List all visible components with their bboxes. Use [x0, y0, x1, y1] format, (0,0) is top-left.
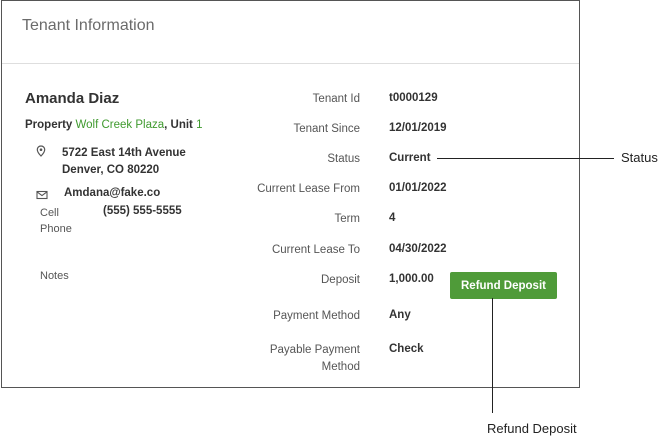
deposit-value: 1,000.00	[389, 273, 434, 285]
term-value: 4	[389, 212, 396, 224]
tenant-since-label: Tenant Since	[293, 123, 361, 135]
refund-deposit-button[interactable]: Refund Deposit	[450, 272, 557, 299]
tenant-info-card: Tenant Information Amanda Diaz Property …	[1, 0, 580, 388]
status-callout-label: Status	[621, 150, 658, 165]
tenant-id-label: Tenant Id	[312, 93, 360, 105]
card-title: Tenant Information	[22, 17, 155, 34]
tenant-id-value: t0000129	[389, 92, 438, 104]
term-label: Term	[334, 213, 360, 225]
lease-to-value: 04/30/2022	[389, 243, 447, 255]
payment-method-value: Any	[389, 309, 411, 321]
address: 5722 East 14th Avenue Denver, CO 80220	[62, 145, 186, 179]
payable-payment-method-value: Check	[389, 343, 424, 355]
lease-from-label: Current Lease From	[257, 183, 360, 195]
cell-phone-label: Cell Phone	[40, 207, 72, 235]
property-label: Property	[25, 119, 73, 131]
refund-callout-label: Refund Deposit	[487, 421, 577, 436]
payable-payment-method-label: Payable Payment Method	[269, 344, 360, 373]
unit-link[interactable]: 1	[196, 119, 202, 131]
lease-from-value: 01/01/2022	[389, 182, 447, 194]
status-callout-line	[437, 158, 614, 159]
address-line-1: 5722 East 14th Avenue	[62, 147, 186, 159]
lease-to-label: Current Lease To	[271, 244, 360, 256]
address-line-2: Denver, CO 80220	[62, 164, 160, 176]
payment-method-label: Payment Method	[273, 310, 360, 322]
deposit-label: Deposit	[321, 274, 360, 286]
envelope-icon	[36, 188, 48, 200]
unit-label: , Unit	[164, 119, 193, 131]
property-line: Property Wolf Creek Plaza, Unit 1	[25, 119, 203, 131]
card-divider	[2, 63, 579, 64]
status-value: Current	[389, 152, 431, 164]
cell-phone-value: (555) 555-5555	[103, 205, 182, 217]
location-pin-icon	[35, 144, 47, 157]
refund-callout-line	[492, 298, 493, 413]
status-label: Status	[327, 153, 360, 165]
email-link[interactable]: Amdana@fake.co	[64, 187, 160, 199]
tenant-since-value: 12/01/2019	[389, 122, 447, 134]
property-link[interactable]: Wolf Creek Plaza	[76, 119, 165, 131]
notes-label: Notes	[40, 270, 69, 282]
tenant-name: Amanda Diaz	[25, 90, 120, 107]
